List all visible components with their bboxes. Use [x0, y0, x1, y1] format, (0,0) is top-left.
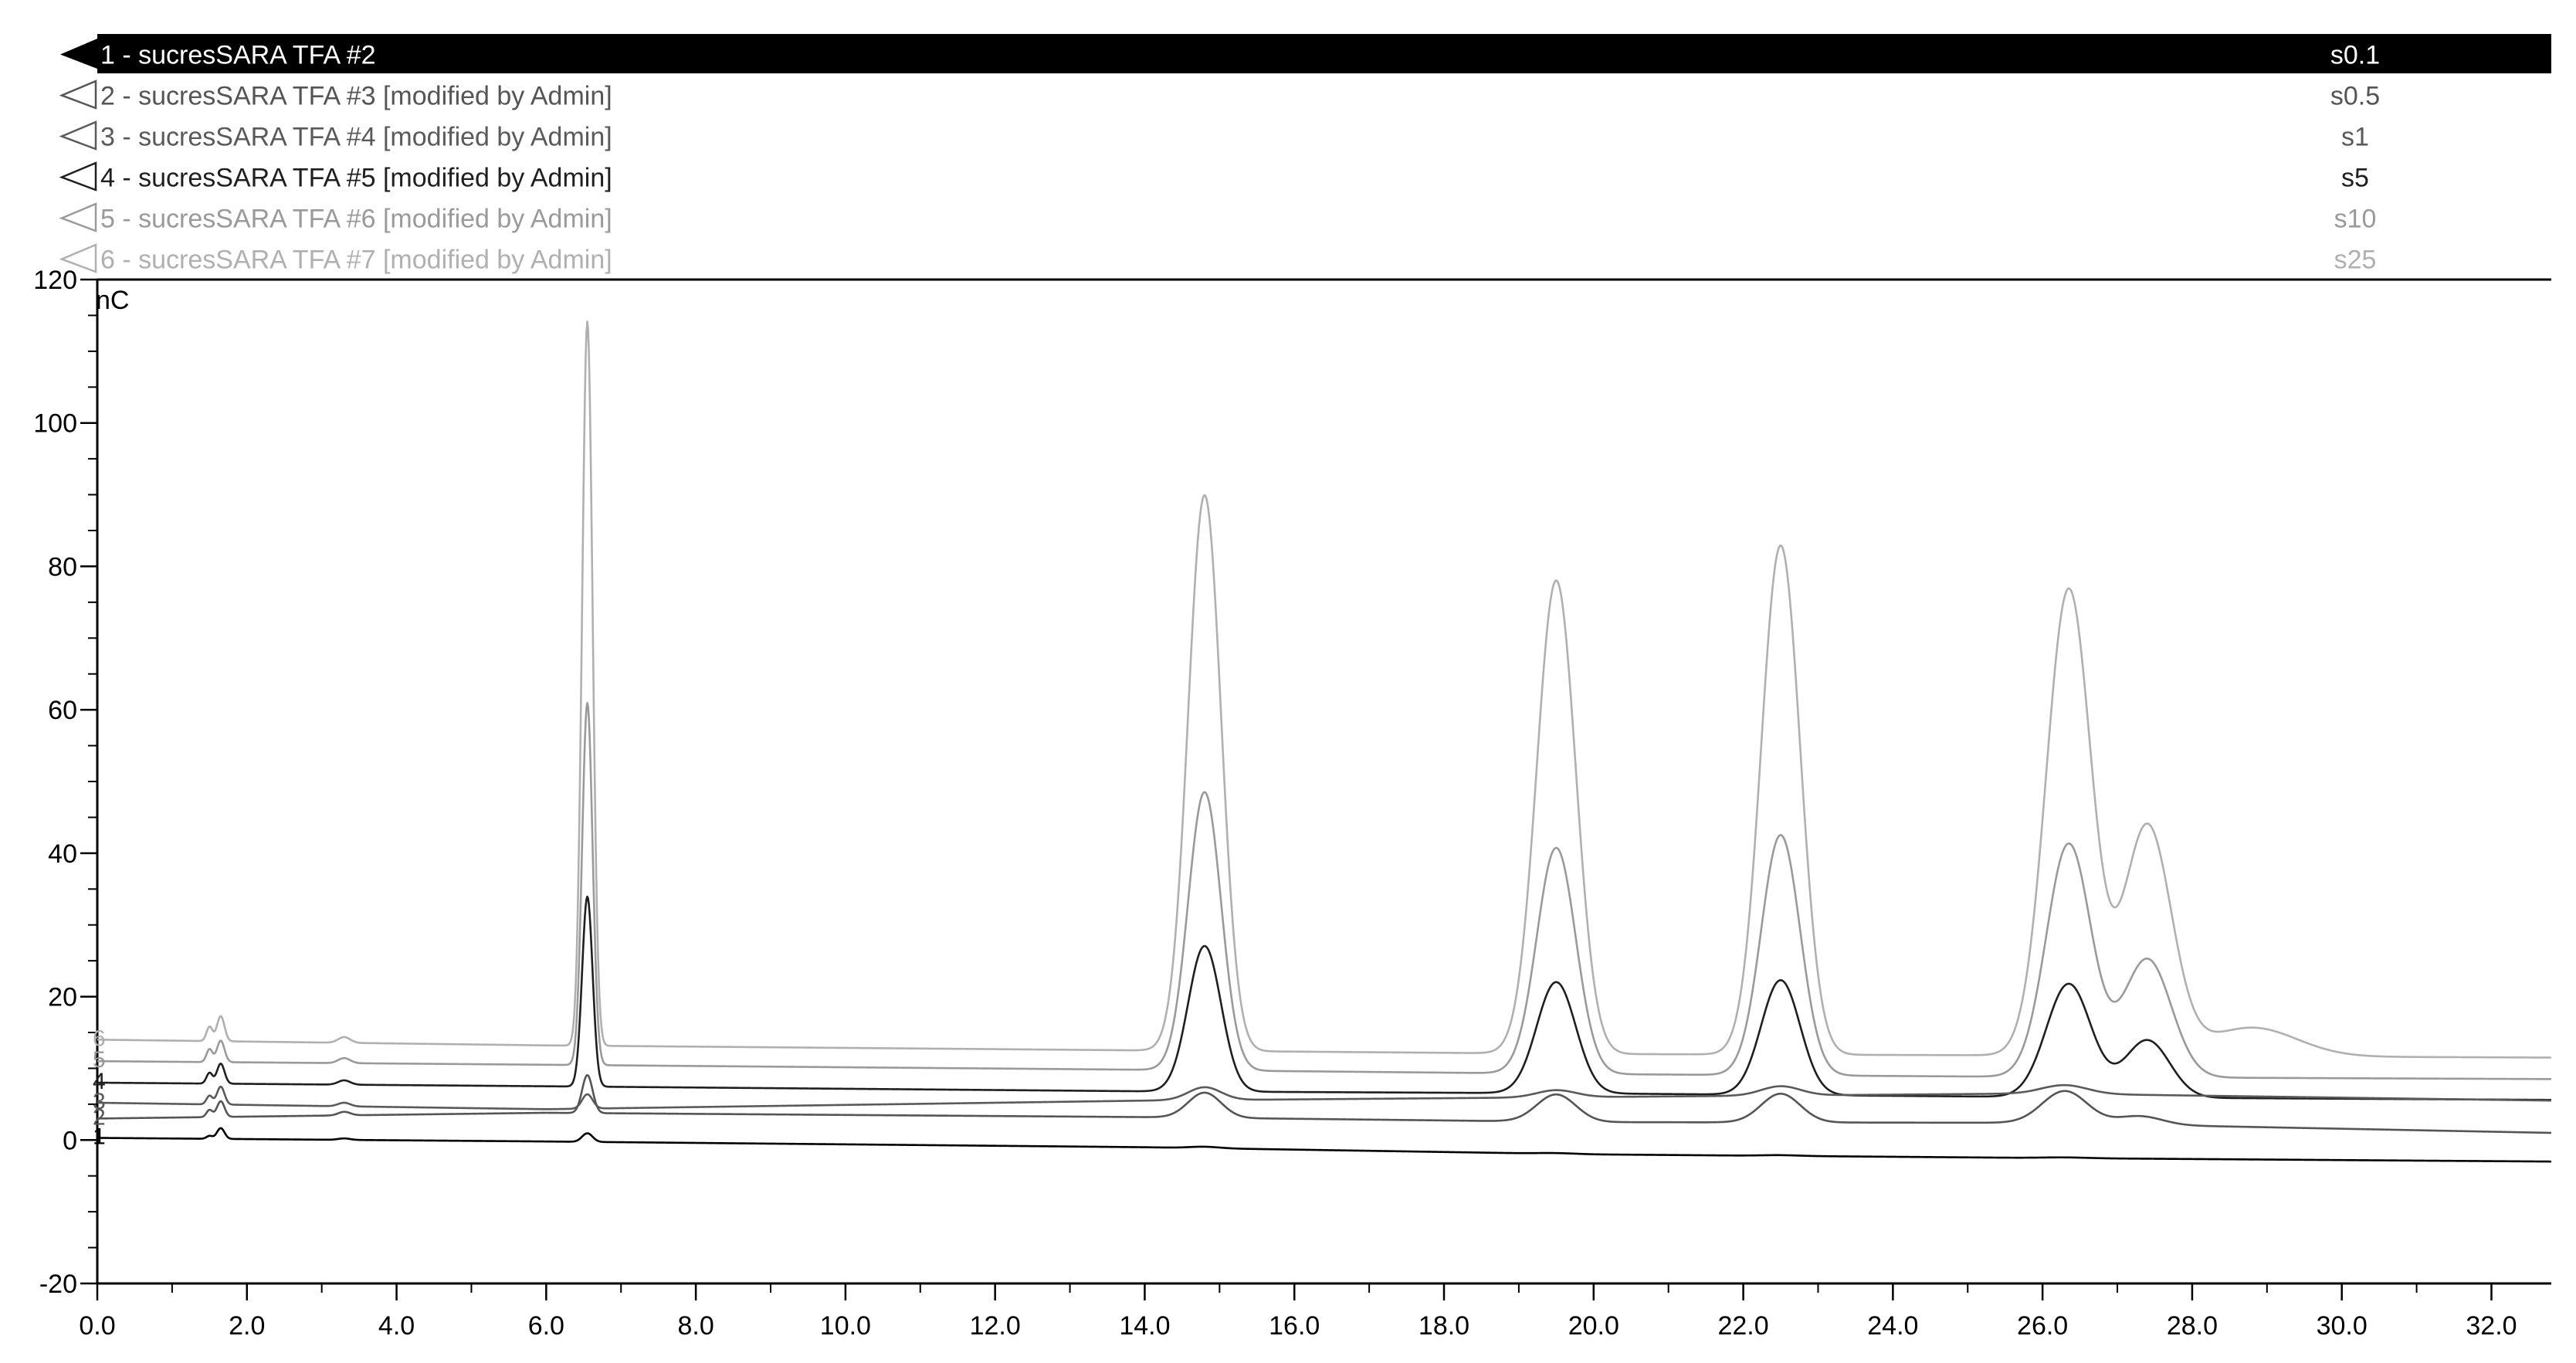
- y-axis-unit-label: nC: [96, 286, 129, 315]
- trace-6: [97, 320, 2552, 1059]
- x-tick-label: 30.0: [2317, 1311, 2368, 1341]
- legend-row-3[interactable]: 3 - sucresSARA TFA #4 [modified by Admin…: [59, 120, 2369, 152]
- legend-name: 2 - sucresSARA TFA #3 [modified by Admin…: [100, 82, 612, 111]
- legend-sample: s10: [2334, 205, 2377, 234]
- x-axis-ticks: 0.0 2.0 4.0 6.0 8.0 10.0 12.0 14.0 16.0 18.0 20.0 2…: [79, 1283, 2517, 1341]
- x-tick-label: 0.0: [79, 1311, 115, 1341]
- y-tick-label: 100: [33, 409, 77, 439]
- y-tick-label: 80: [48, 552, 77, 581]
- x-tick-label: 28.0: [2167, 1311, 2218, 1341]
- legend-row-1[interactable]: 1 - sucresSARA TFA #2 s0.1: [60, 34, 2551, 73]
- legend-name: 1 - sucresSARA TFA #2: [100, 41, 376, 70]
- y-tick-label: 120: [33, 266, 77, 295]
- plot-frame: nC: [96, 278, 2551, 1285]
- x-tick-label: 12.0: [970, 1311, 1021, 1341]
- x-tick-label: 24.0: [1867, 1311, 1918, 1341]
- y-tick-label: -20: [39, 1270, 77, 1299]
- legend-name: 5 - sucresSARA TFA #6 [modified by Admin…: [100, 205, 612, 234]
- legend-row-2[interactable]: 2 - sucresSARA TFA #3 [modified by Admin…: [59, 80, 2380, 111]
- legend-sample: s1: [2341, 123, 2369, 152]
- legend-sample: s0.5: [2330, 82, 2380, 111]
- legend-marker-icon: [59, 80, 97, 110]
- x-tick-label: 14.0: [1119, 1311, 1170, 1341]
- chromatogram-traces: [97, 320, 2552, 1163]
- x-tick-label: 2.0: [229, 1311, 265, 1341]
- trace-4: [97, 895, 2552, 1101]
- trace-1: [97, 1127, 2552, 1163]
- trace-labels: 123456: [93, 1026, 106, 1149]
- x-tick-label: 22.0: [1717, 1311, 1768, 1341]
- trace-label-6: 6: [93, 1026, 106, 1051]
- x-tick-label: 26.0: [2017, 1311, 2068, 1341]
- trace-3: [97, 1083, 2552, 1110]
- x-tick-label: 10.0: [820, 1311, 871, 1341]
- x-tick-label: 4.0: [378, 1311, 415, 1341]
- legend: 1 - sucresSARA TFA #2 s0.1 2 - sucresSARA …: [59, 34, 2551, 275]
- y-tick-label: 20: [48, 983, 77, 1012]
- legend-sample: s25: [2334, 246, 2377, 275]
- x-tick-label: 6.0: [528, 1311, 564, 1341]
- x-tick-label: 8.0: [677, 1311, 713, 1341]
- legend-marker-icon: [59, 161, 97, 192]
- x-tick-label: 16.0: [1269, 1311, 1320, 1341]
- y-tick-label: 0: [63, 1126, 77, 1155]
- legend-marker-icon: [59, 202, 97, 232]
- legend-marker-icon: [60, 39, 97, 69]
- legend-name: 3 - sucresSARA TFA #4 [modified by Admin…: [100, 123, 612, 152]
- legend-row-highlight: [97, 34, 2551, 73]
- x-tick-label: 20.0: [1568, 1311, 1619, 1341]
- trace-5: [97, 702, 2552, 1080]
- trace-2: [97, 1073, 2552, 1134]
- y-axis-ticks: -20 0 20 40 60 80 100 120: [33, 266, 97, 1299]
- legend-row-5[interactable]: 5 - sucresSARA TFA #6 [modified by Admin…: [59, 202, 2377, 234]
- y-tick-label: 40: [48, 839, 77, 869]
- legend-marker-icon: [59, 120, 97, 151]
- y-tick-label: 60: [48, 696, 77, 725]
- x-tick-label: 18.0: [1418, 1311, 1469, 1341]
- chromatogram-chart: 1 - sucresSARA TFA #2 s0.1 2 - sucresSARA …: [33, 34, 2552, 1341]
- legend-sample: s5: [2341, 164, 2369, 193]
- legend-name: 6 - sucresSARA TFA #7 [modified by Admin…: [100, 246, 612, 275]
- x-tick-label: 32.0: [2466, 1311, 2517, 1341]
- legend-row-6[interactable]: 6 - sucresSARA TFA #7 [modified by Admin…: [59, 243, 2377, 275]
- legend-row-4[interactable]: 4 - sucresSARA TFA #5 [modified by Admin…: [59, 161, 2369, 193]
- legend-name: 4 - sucresSARA TFA #5 [modified by Admin…: [100, 164, 612, 193]
- legend-sample: s0.1: [2330, 41, 2380, 70]
